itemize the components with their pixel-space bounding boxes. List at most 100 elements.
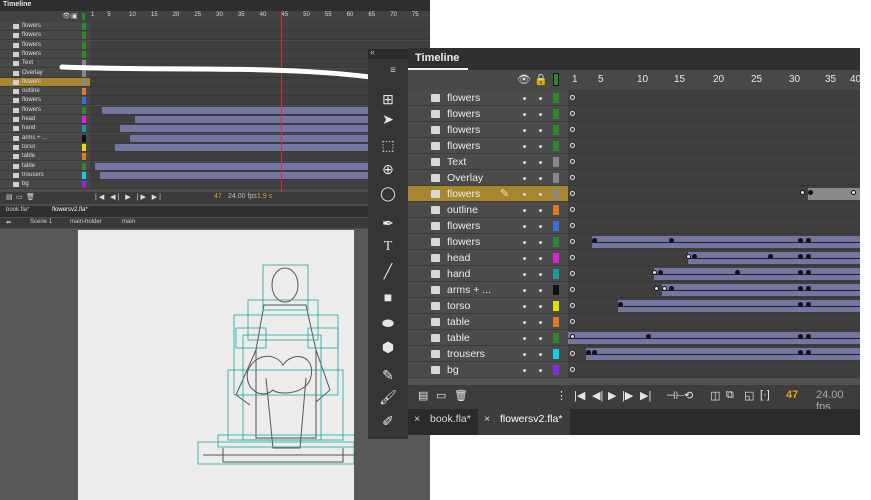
visibility-dot[interactable] xyxy=(523,177,526,180)
layer-name-cell[interactable]: table xyxy=(408,314,568,330)
transform-icon[interactable]: ⊞ xyxy=(376,89,400,109)
collapse-icon[interactable]: « xyxy=(370,47,375,57)
layer-name-cell[interactable]: outline xyxy=(408,202,568,218)
play-icon[interactable]: ▶ xyxy=(608,389,616,402)
visibility-dot[interactable] xyxy=(523,97,526,100)
keyframe[interactable] xyxy=(806,254,811,259)
layer-color-swatch[interactable] xyxy=(553,317,559,327)
layer-name-cell[interactable]: Text xyxy=(408,154,568,170)
layer-name-cell[interactable]: flowers xyxy=(408,106,568,122)
layer-name-cell[interactable]: flowers ✎ xyxy=(408,186,568,202)
pen-tool-icon[interactable]: ✒ xyxy=(376,213,400,233)
layer-color-swatch[interactable] xyxy=(553,189,559,199)
visibility-dot[interactable] xyxy=(523,257,526,260)
motion-tween-span[interactable] xyxy=(586,348,860,360)
keyframe[interactable] xyxy=(808,190,813,195)
lock-dot[interactable] xyxy=(539,305,542,308)
keyframe[interactable] xyxy=(669,238,674,243)
layer-color-swatch[interactable] xyxy=(553,333,559,343)
layer-color-swatch[interactable] xyxy=(553,285,559,295)
polygon-tool-icon[interactable]: ⬢ xyxy=(376,337,400,357)
keyframe[interactable] xyxy=(692,254,697,259)
layer-color-swatch[interactable] xyxy=(553,221,559,231)
keyframe[interactable] xyxy=(669,286,674,291)
layer-color-swatch[interactable] xyxy=(553,301,559,311)
layer-name-cell[interactable]: flowers xyxy=(408,234,568,250)
lock-dot[interactable] xyxy=(539,193,542,196)
text-tool-icon[interactable]: T xyxy=(376,237,400,257)
lock-dot[interactable] xyxy=(539,161,542,164)
pencil-tool-icon[interactable]: ✎ xyxy=(376,365,400,385)
motion-tween-span[interactable] xyxy=(592,236,860,248)
keyframe[interactable] xyxy=(798,238,803,243)
layer-row[interactable]: hand xyxy=(408,266,860,282)
layer-row[interactable]: head xyxy=(408,250,860,266)
layer-row[interactable]: flowers xyxy=(408,138,860,154)
new-layer-icon[interactable]: ▤ xyxy=(418,389,428,402)
layer-name-cell[interactable]: hand xyxy=(408,266,568,282)
layer-name-cell[interactable]: flowers xyxy=(408,90,568,106)
layer-row[interactable]: flowers xyxy=(408,218,860,234)
visibility-dot[interactable] xyxy=(523,193,526,196)
visibility-dot[interactable] xyxy=(523,129,526,132)
first-frame-icon[interactable]: |◀ xyxy=(574,389,585,402)
frame-track[interactable] xyxy=(568,122,860,138)
motion-tween-span[interactable] xyxy=(688,252,860,264)
keyframe[interactable] xyxy=(798,302,803,307)
lock-dot[interactable] xyxy=(539,129,542,132)
keyframe[interactable] xyxy=(851,190,856,195)
subselection-tool-icon[interactable]: ⬚ xyxy=(376,135,400,155)
frame-track[interactable] xyxy=(568,314,860,330)
lock-dot[interactable] xyxy=(539,257,542,260)
keyframe[interactable] xyxy=(570,334,575,339)
lock-dot[interactable] xyxy=(539,209,542,212)
keyframe[interactable] xyxy=(735,270,740,275)
layer-row[interactable]: bg xyxy=(408,362,860,378)
layer-row[interactable]: trousers xyxy=(408,346,860,362)
layer-row[interactable]: flowers ✎ xyxy=(408,186,860,202)
layer-row[interactable]: torso xyxy=(408,298,860,314)
layer-color-swatch[interactable] xyxy=(553,365,559,375)
visibility-dot[interactable] xyxy=(523,113,526,116)
frame-track[interactable] xyxy=(568,138,860,154)
lock-dot[interactable] xyxy=(539,113,542,116)
keyframe[interactable] xyxy=(652,270,657,275)
frame-track[interactable] xyxy=(568,170,860,186)
keyframe[interactable] xyxy=(806,334,811,339)
keyframe[interactable] xyxy=(592,238,597,243)
resize-handle-icon[interactable]: ⋮ xyxy=(556,389,567,402)
layer-color-swatch[interactable] xyxy=(553,269,559,279)
keyframe[interactable] xyxy=(806,270,811,275)
frame-track[interactable] xyxy=(568,154,860,170)
visibility-dot[interactable] xyxy=(523,241,526,244)
frame-track[interactable] xyxy=(568,106,860,122)
lock-dot[interactable] xyxy=(539,145,542,148)
lock-dot[interactable] xyxy=(539,177,542,180)
layer-name-cell[interactable]: table xyxy=(408,330,568,346)
layer-color-swatch[interactable] xyxy=(553,349,559,359)
motion-tween-span[interactable] xyxy=(662,284,860,296)
line-tool-icon[interactable]: ╱ xyxy=(376,261,400,281)
visibility-dot[interactable] xyxy=(523,353,526,356)
frame-track[interactable] xyxy=(568,250,860,266)
layer-name-cell[interactable]: head xyxy=(408,250,568,266)
layer-row[interactable]: table xyxy=(408,330,860,346)
layer-name-cell[interactable]: arms + ... xyxy=(408,282,568,298)
frame-track[interactable] xyxy=(568,346,860,362)
trash-icon[interactable]: 🗑 xyxy=(454,389,468,402)
motion-tween-span[interactable] xyxy=(568,332,860,344)
close-icon[interactable]: × xyxy=(414,413,420,425)
frame-track[interactable] xyxy=(568,362,860,378)
keyframe[interactable] xyxy=(798,254,803,259)
lock-dot[interactable] xyxy=(539,321,542,324)
visibility-dot[interactable] xyxy=(523,289,526,292)
layer-row[interactable]: flowers xyxy=(408,106,860,122)
layer-row[interactable]: arms + ... xyxy=(408,282,860,298)
eye-icon[interactable]: 👁 xyxy=(517,73,531,86)
keyframe[interactable] xyxy=(806,302,811,307)
keyframe[interactable] xyxy=(662,286,667,291)
visibility-dot[interactable] xyxy=(523,145,526,148)
layer-name-cell[interactable]: flowers xyxy=(408,122,568,138)
layer-row[interactable]: Overlay xyxy=(408,170,860,186)
tools-menu-icon[interactable]: ≡ xyxy=(390,65,396,76)
